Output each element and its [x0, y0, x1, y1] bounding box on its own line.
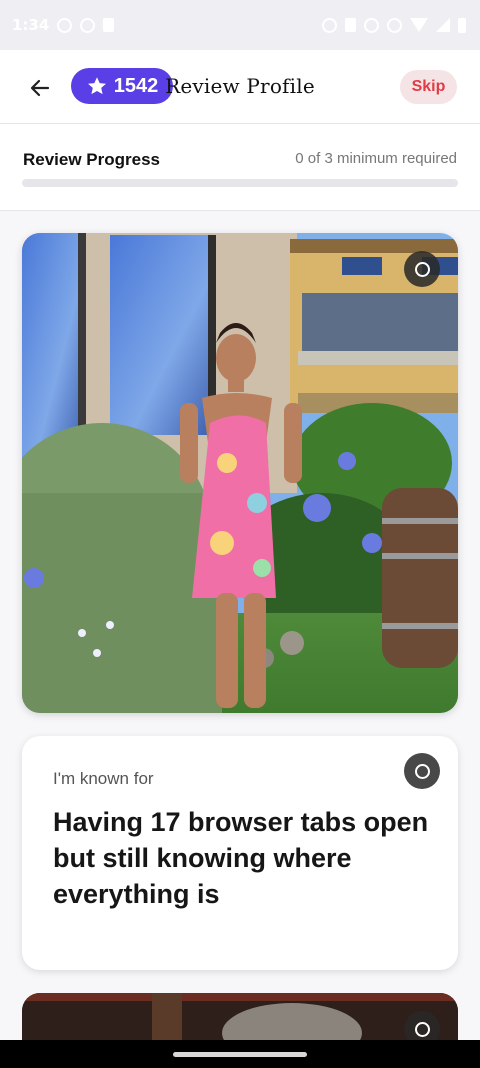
system-nav-bar — [0, 1040, 480, 1068]
status-bar: 1:34 — [0, 0, 480, 50]
app-header: 1542 Review Profile Skip — [0, 50, 480, 124]
progress-count: 0 of 3 minimum required — [295, 150, 457, 167]
select-prompt-button[interactable] — [404, 753, 440, 789]
select-circle-icon — [414, 763, 430, 779]
select-circle-icon — [414, 1021, 430, 1037]
status-time: 1:34 — [12, 16, 50, 34]
select-circle-icon — [414, 261, 430, 277]
notification-icon — [80, 17, 96, 33]
dnd-icon — [387, 17, 402, 33]
profile-photo-card[interactable] — [22, 233, 458, 713]
prompt-label: I'm known for — [53, 769, 154, 788]
select-photo-button[interactable] — [404, 251, 440, 287]
status-right — [322, 17, 466, 33]
vibrate-icon — [364, 17, 379, 33]
review-progress: Review Progress 0 of 3 minimum required — [0, 124, 480, 211]
prompt-card[interactable]: I'm known for Having 17 browser tabs ope… — [22, 736, 458, 970]
skip-button[interactable]: Skip — [400, 70, 457, 104]
notification-icon — [57, 17, 73, 33]
prompt-answer: Having 17 browser tabs open but still kn… — [53, 807, 429, 909]
status-left: 1:34 — [12, 16, 115, 34]
nfc-icon — [322, 17, 337, 33]
wifi-icon — [410, 18, 428, 32]
battery-icon — [458, 17, 466, 33]
sd-card-icon — [103, 18, 115, 32]
progress-bar — [22, 179, 458, 187]
signal-icon — [436, 18, 450, 32]
profile-photo — [22, 233, 458, 713]
home-gesture-handle[interactable] — [173, 1052, 307, 1057]
progress-label: Review Progress — [23, 150, 161, 169]
nfc-icon — [345, 18, 356, 32]
